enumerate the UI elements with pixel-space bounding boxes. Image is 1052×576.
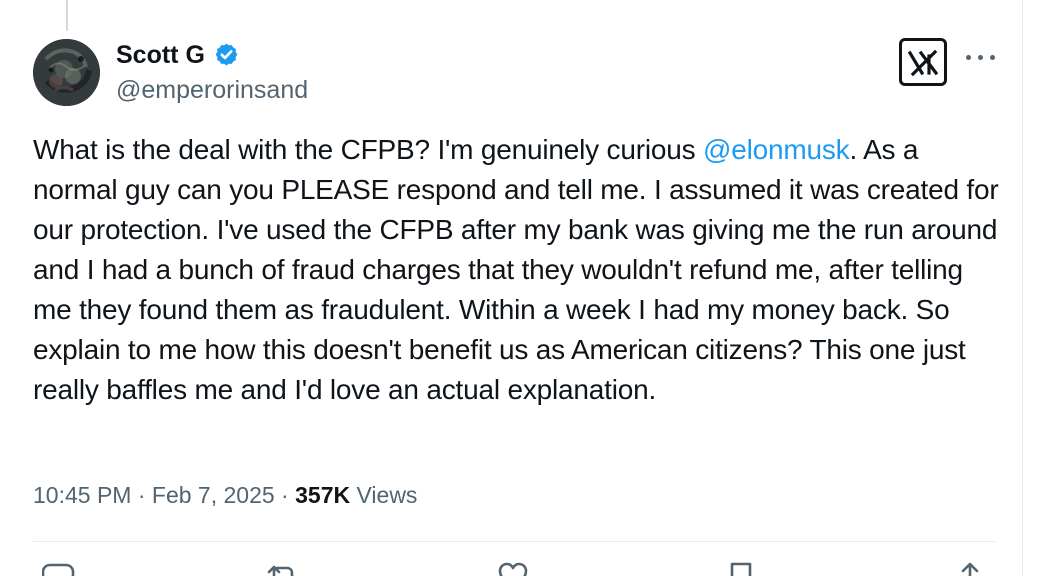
views-count[interactable]: 357K [295,482,350,508]
more-icon-dot [990,54,995,60]
tweet-text-end: . As a normal guy can you PLEASE respond… [33,134,999,405]
bookmark-button[interactable] [724,561,766,576]
tweet-time[interactable]: 10:45 PM [33,482,131,508]
like-button[interactable] [496,561,538,576]
reply-button[interactable] [42,561,84,576]
more-icon-dot [966,54,971,60]
share-icon [961,562,979,576]
more-icon-dot [978,54,983,60]
like-icon [498,562,528,576]
views-label: Views [350,482,418,508]
more-options-button[interactable] [966,47,995,67]
repost-button[interactable] [266,561,308,576]
avatar[interactable] [33,39,100,106]
metadata-separator: · [274,482,296,508]
thread-connector-line [66,0,68,31]
bookmark-icon [730,562,752,576]
grok-button[interactable] [899,38,947,86]
tweet-date[interactable]: Feb 7, 2025 [152,482,275,508]
author-display-name[interactable]: Scott G [116,40,205,70]
repost-icon [267,565,294,576]
grok-icon [908,49,938,77]
tweet-metadata: 10:45 PM · Feb 7, 2025 · 357K Views [33,481,417,509]
reply-icon [42,563,75,576]
elonmusk-mention-link[interactable]: @elonmusk [703,134,850,165]
verified-badge-icon [215,43,238,66]
tweet-text-start: What is the deal with the CFPB? I'm genu… [33,134,703,165]
author-handle[interactable]: @emperorinsand [116,75,308,105]
metadata-separator: · [131,482,152,508]
tweet-text: What is the deal with the CFPB? I'm genu… [33,130,1003,410]
card-right-border [1022,0,1023,576]
tweet-detail-card: Scott G @emperorinsand What is the deal … [0,0,1052,576]
share-button[interactable] [953,561,995,576]
engagement-divider [33,541,995,542]
